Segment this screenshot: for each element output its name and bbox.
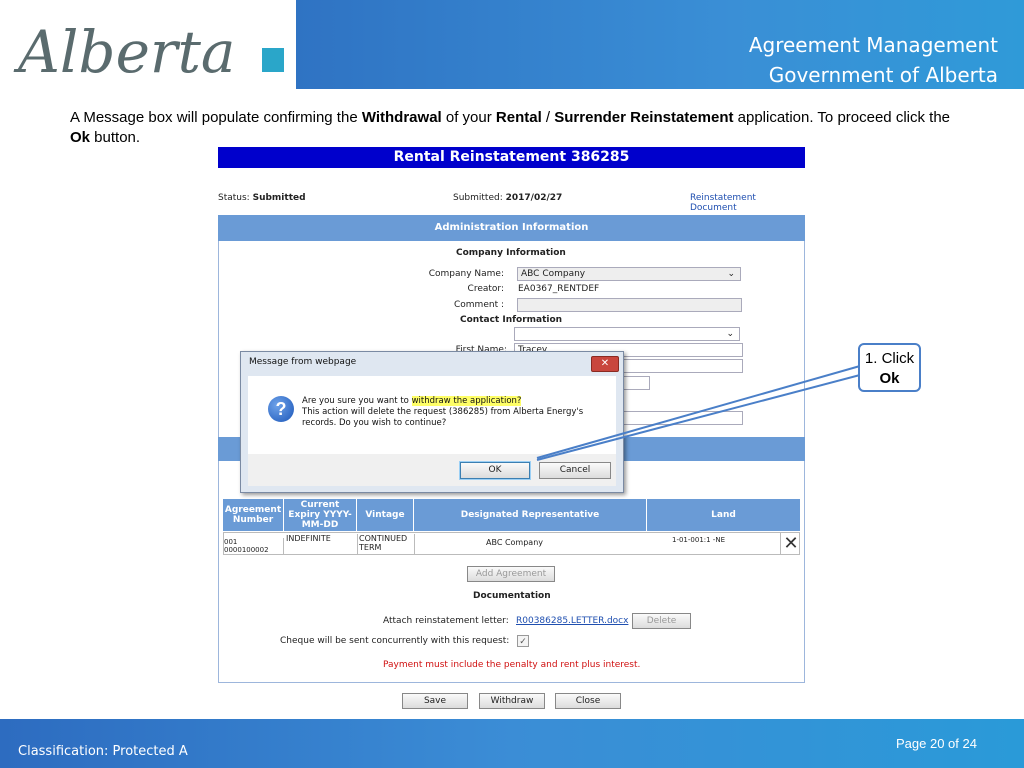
callout-line-bottom <box>536 374 861 461</box>
classification-label: Classification: Protected A <box>18 744 188 759</box>
callout-line1: 1. Click <box>864 350 915 367</box>
callout-line-top <box>536 365 861 459</box>
callout-box: 1. Click Ok <box>858 343 921 392</box>
callout-line2: Ok <box>879 370 900 387</box>
page-number: Page 20 of 24 <box>896 736 977 751</box>
